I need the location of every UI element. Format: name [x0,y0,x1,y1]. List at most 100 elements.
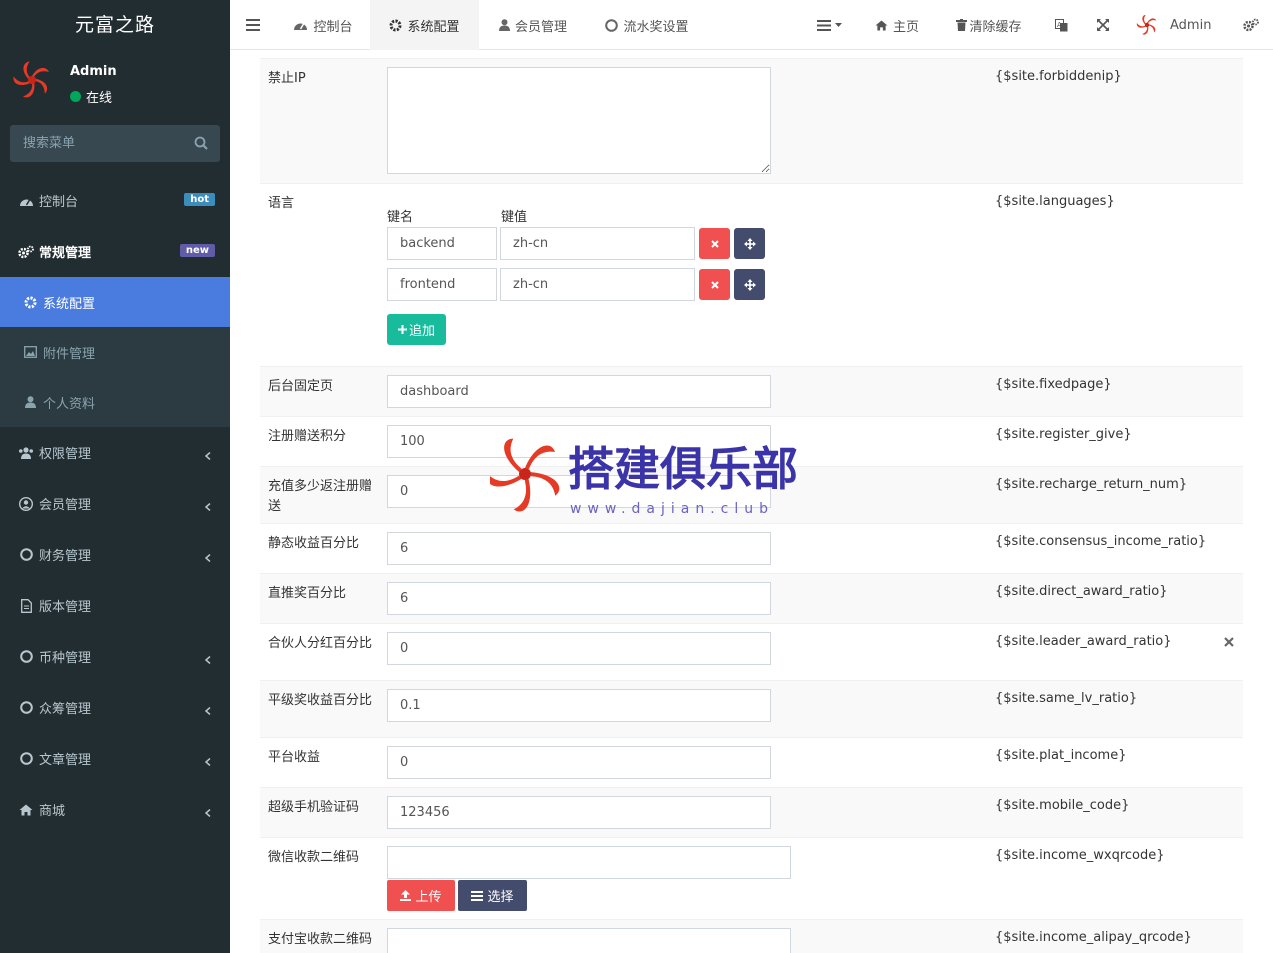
config-row-register-give: 注册赠送积分 {$site.register_give} [260,416,1243,466]
language-key-input[interactable] [387,227,497,260]
sidebar-item-label: 币种管理 [39,651,92,666]
tab-list-dropdown[interactable] [808,0,850,50]
sidebar-item-label: 众筹管理 [39,702,92,717]
sidebar-item-version[interactable]: 版本管理 [0,580,230,631]
settings-button[interactable] [1238,0,1264,50]
language-key-input[interactable] [387,268,497,301]
online-dot-icon [70,91,81,102]
upload-label: 上传 [415,890,442,905]
wxqrcode-input[interactable] [387,846,791,879]
config-row-same-lv: 平级奖收益百分比 {$site.same_lv_ratio} [260,680,1243,737]
admin-avatar [1136,14,1157,35]
field-label: 禁止IP [268,71,306,86]
caret-down-icon [834,23,842,27]
field-label: 超级手机验证码 [268,800,360,815]
search-input[interactable] [10,125,180,162]
drag-row-handle[interactable] [734,269,765,300]
field-label: 注册赠送积分 [268,429,347,444]
field-label: 后台固定页 [268,379,334,394]
user-icon [498,19,510,31]
field-variable: {$site.languages} [995,194,1115,209]
forbiddenip-textarea[interactable] [387,67,771,174]
tab-label: 会员管理 [514,19,567,35]
language-switch-button[interactable]: A [1048,0,1074,50]
value-header: 键值 [501,210,528,225]
tab-label: 流水奖设置 [623,19,689,35]
sidebar-item-system-config[interactable]: 系统配置 [0,277,230,327]
dashboard-icon [18,193,34,209]
sidebar-item-mall[interactable]: 商城 [0,784,230,835]
leader-award-input[interactable] [387,632,771,665]
upload-button[interactable]: 上传 [387,880,455,911]
field-label: 平级奖收益百分比 [268,693,373,708]
alipay-qrcode-input[interactable] [387,928,791,953]
sidebar-toggle-button[interactable] [230,0,276,50]
drag-row-handle[interactable] [734,228,765,259]
field-label: 合伙人分红百分比 [268,636,373,651]
tab-member[interactable]: 会员管理 [479,0,587,50]
sidebar-item-finance[interactable]: 财务管理 [0,529,230,580]
tab-flow-award[interactable]: 流水奖设置 [587,0,707,50]
user-status: 在线 [70,87,112,106]
clear-cache-button[interactable]: 清除缓存 [946,0,1032,50]
consensus-income-input[interactable] [387,532,771,565]
sidebar-item-profile[interactable]: 个人资料 [0,377,230,427]
image-icon [22,344,38,360]
chevron-left-icon [204,656,211,664]
remove-row-button[interactable] [699,228,730,259]
sidebar-item-member[interactable]: 会员管理 [0,478,230,529]
language-value-input[interactable] [500,227,695,260]
config-row-fixedpage: 后台固定页 {$site.fixedpage} [260,366,1243,416]
choose-button[interactable]: 选择 [458,880,527,911]
group-icon [18,445,34,461]
same-lv-input[interactable] [387,689,771,722]
append-button[interactable]: 追加 [387,314,446,345]
circle-icon [18,649,34,665]
avatar [13,61,49,98]
search-icon[interactable] [194,136,208,150]
field-label: 语言 [268,196,295,211]
sidebar-item-general[interactable]: 常规管理 new [0,226,230,277]
home-link[interactable]: 主页 [868,0,926,50]
sidebar-item-label: 商城 [39,804,66,819]
remove-row-button[interactable] [699,269,730,300]
tab-system-config[interactable]: 系统配置 [370,0,479,50]
plus-icon [397,325,407,334]
fullscreen-button[interactable] [1090,0,1116,50]
register-give-input[interactable] [387,425,771,458]
chevron-left-icon [204,707,211,715]
sidebar-item-article[interactable]: 文章管理 [0,733,230,784]
arrows-move-icon [743,237,756,250]
tab-dashboard[interactable]: 控制台 [276,0,370,50]
sidebar-item-label: 权限管理 [39,447,92,462]
direct-award-input[interactable] [387,582,771,615]
sidebar-item-label: 个人资料 [43,396,96,412]
recharge-return-input[interactable] [387,475,771,508]
circle-icon [18,751,34,767]
field-label: 平台收益 [268,750,321,765]
user-panel: Admin 在线 [0,50,230,115]
delete-config-icon[interactable] [1223,636,1235,648]
sidebar-item-attachment[interactable]: 附件管理 [0,327,230,377]
sidebar-item-dashboard[interactable]: 控制台 hot [0,175,230,226]
admin-user-menu[interactable]: Admin [1136,0,1218,50]
config-row-mobile-code: 超级手机验证码 {$site.mobile_code} [260,787,1243,837]
clear-cache-label: 清除缓存 [969,19,1022,35]
brand-logo[interactable]: 元富之路 [0,0,230,50]
fixedpage-input[interactable] [387,375,771,408]
sidebar-item-crowdfund[interactable]: 众筹管理 [0,682,230,733]
user-circle-icon [18,496,34,512]
choose-label: 选择 [487,890,514,905]
language-value-input[interactable] [500,268,695,301]
field-variable: {$site.plat_income} [995,748,1127,763]
tab-label: 系统配置 [407,19,460,35]
plat-income-input[interactable] [387,746,771,779]
sidebar-item-currency[interactable]: 币种管理 [0,631,230,682]
sidebar-item-auth[interactable]: 权限管理 [0,427,230,478]
dashboard-icon [293,19,308,31]
config-row-consensus-income: 静态收益百分比 {$site.consensus_income_ratio} [260,523,1243,573]
append-label: 追加 [408,324,435,339]
config-row-forbiddenip: 禁止IP {$site.forbiddenip} [260,58,1243,183]
sidebar-item-label: 控制台 [39,195,79,210]
mobile-code-input[interactable] [387,796,771,829]
